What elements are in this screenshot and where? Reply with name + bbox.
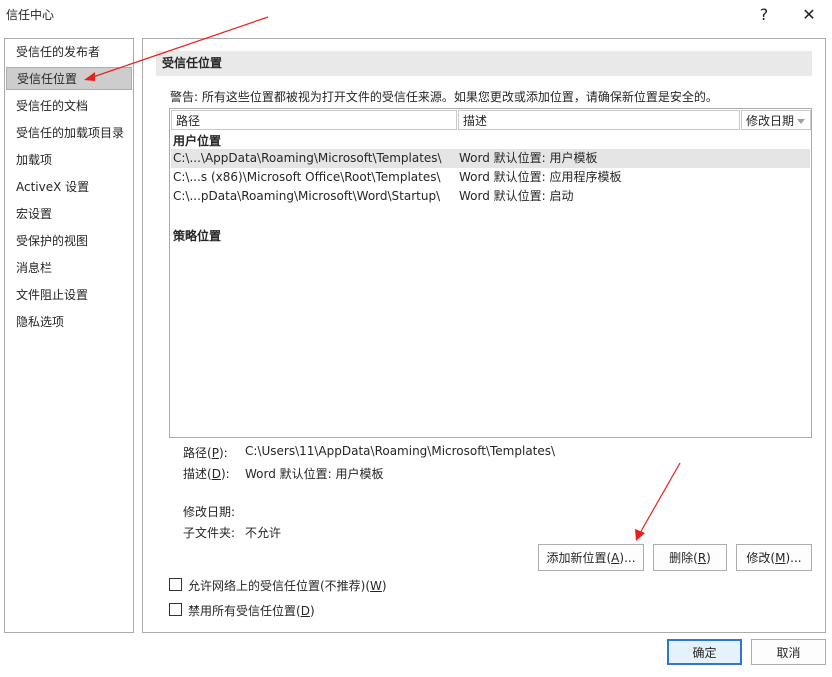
sidebar-item-trusted-documents[interactable]: 受信任的文档 (6, 95, 132, 118)
row-description: Word 默认位置: 启动 (459, 189, 574, 203)
close-button[interactable]: ✕ (794, 2, 824, 26)
row-path: C:\...pData\Roaming\Microsoft\Word\Start… (173, 189, 441, 203)
row-description: Word 默认位置: 应用程序模板 (459, 170, 622, 184)
column-header-modified-label: 修改日期 (746, 114, 795, 128)
help-button[interactable]: ? (749, 2, 779, 26)
sidebar: 受信任的发布者 受信任位置 受信任的文档 受信任的加载项目录 加载项 Activ… (4, 38, 134, 633)
table-row[interactable]: C:\...s (x86)\Microsoft Office\Root\Temp… (171, 168, 810, 187)
row-path: C:\...s (x86)\Microsoft Office\Root\Temp… (173, 170, 441, 184)
detail-description-value: Word 默认位置: 用户模板 (245, 467, 384, 481)
group-policy-locations: 策略位置 (173, 229, 222, 243)
add-location-button[interactable]: 添加新位置(A)... (538, 544, 644, 571)
detail-subfolder-value: 不允许 (245, 526, 282, 540)
detail-description-label: 描述(D): (183, 467, 230, 481)
sidebar-item-file-block[interactable]: 文件阻止设置 (6, 284, 132, 307)
table-row[interactable]: C:\...pData\Roaming\Microsoft\Word\Start… (171, 187, 810, 206)
remove-button[interactable]: 删除(R) (653, 544, 727, 571)
sidebar-item-trusted-publishers[interactable]: 受信任的发布者 (6, 41, 132, 64)
column-header-modified[interactable]: 修改日期 (741, 110, 811, 130)
allow-network-checkbox[interactable] (169, 578, 182, 591)
modify-button[interactable]: 修改(M)... (736, 544, 812, 571)
row-description: Word 默认位置: 用户模板 (459, 151, 598, 165)
detail-path-value: C:\Users\11\AppData\Roaming\Microsoft\Te… (245, 444, 556, 458)
detail-path-label: 路径(P): (183, 446, 228, 460)
sidebar-item-trusted-addin-catalogs[interactable]: 受信任的加载项目录 (6, 122, 132, 145)
group-user-locations: 用户位置 (173, 134, 222, 148)
sidebar-item-privacy[interactable]: 隐私选项 (6, 311, 132, 334)
table-row[interactable]: C:\...\AppData\Roaming\Microsoft\Templat… (171, 149, 810, 168)
sidebar-item-message-bar[interactable]: 消息栏 (6, 257, 132, 280)
close-icon: ✕ (802, 4, 816, 24)
column-header-path[interactable]: 路径 (171, 110, 457, 130)
locations-list[interactable]: 路径 描述 修改日期 用户位置 C:\...\AppData\Roaming\M… (169, 108, 812, 438)
row-path: C:\...\AppData\Roaming\Microsoft\Templat… (173, 151, 442, 165)
detail-modified-label: 修改日期: (183, 505, 236, 519)
help-icon: ? (759, 4, 769, 24)
window-title: 信任中心 (6, 8, 55, 22)
sidebar-item-macro-settings[interactable]: 宏设置 (6, 203, 132, 226)
warning-text: 警告: 所有这些位置都被视为打开文件的受信任来源。如果您更改或添加位置，请确保新… (170, 90, 718, 104)
sidebar-item-addins[interactable]: 加载项 (6, 149, 132, 172)
disable-all-checkbox[interactable] (169, 603, 182, 616)
allow-network-label[interactable]: 允许网络上的受信任位置(不推荐)(W) (188, 577, 387, 594)
disable-all-label[interactable]: 禁用所有受信任位置(D) (188, 602, 315, 619)
sidebar-item-activex[interactable]: ActiveX 设置 (6, 176, 132, 199)
column-header-description[interactable]: 描述 (458, 110, 740, 130)
sidebar-item-trusted-locations[interactable]: 受信任位置 (6, 67, 132, 90)
sort-arrow-icon (797, 119, 805, 124)
cancel-button[interactable]: 取消 (751, 639, 826, 665)
sidebar-item-protected-view[interactable]: 受保护的视图 (6, 230, 132, 253)
ok-button[interactable]: 确定 (667, 639, 742, 665)
section-title: 受信任位置 (156, 51, 812, 76)
detail-subfolder-label: 子文件夹: (183, 526, 236, 540)
